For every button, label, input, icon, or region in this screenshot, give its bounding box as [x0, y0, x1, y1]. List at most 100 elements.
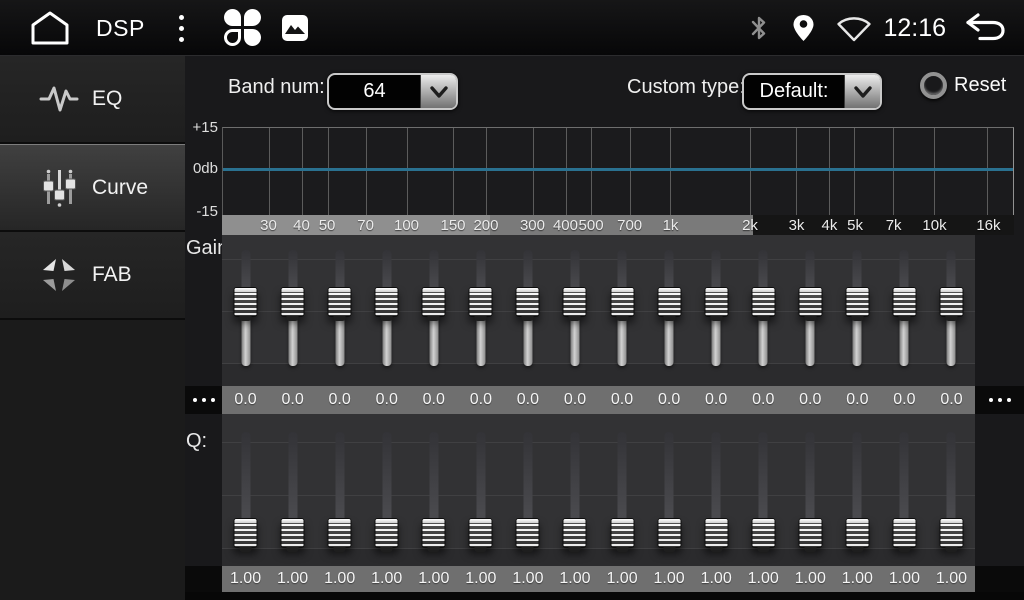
home-icon: [27, 9, 73, 47]
gain-slider-track[interactable]: [523, 250, 532, 366]
q-band-column: [693, 414, 740, 566]
gain-slider-knob[interactable]: [939, 287, 963, 317]
gain-slider-track[interactable]: [806, 250, 815, 366]
overflow-menu-button[interactable]: [173, 9, 190, 48]
gain-slider-knob[interactable]: [751, 287, 775, 317]
gain-value: 0.0: [928, 391, 975, 409]
grid-line: [829, 128, 830, 215]
gallery-icon[interactable]: [282, 15, 308, 41]
frequency-axis-scrollbar[interactable]: 304050701001502003004005007001k2k3k4k5k7…: [222, 215, 1014, 235]
q-slider-knob[interactable]: [939, 518, 963, 548]
apps-clover-icon[interactable]: [224, 9, 262, 47]
gain-slider-track[interactable]: [382, 250, 391, 366]
custom-type-dropdown-button[interactable]: [844, 75, 880, 108]
q-slider-track[interactable]: [759, 432, 768, 548]
q-slider-knob[interactable]: [281, 518, 305, 548]
q-value: 1.00: [269, 570, 316, 588]
q-slider-knob[interactable]: [469, 518, 493, 548]
gain-slider-knob[interactable]: [516, 287, 540, 317]
q-value: 1.00: [881, 570, 928, 588]
q-slider-track[interactable]: [241, 432, 250, 548]
q-slider-knob[interactable]: [751, 518, 775, 548]
eq-waveform-icon: [36, 81, 82, 117]
q-slider-track[interactable]: [335, 432, 344, 548]
q-slider-track[interactable]: [476, 432, 485, 548]
q-slider-track[interactable]: [288, 432, 297, 548]
q-slider-knob[interactable]: [704, 518, 728, 548]
custom-type-dropdown[interactable]: Default:: [742, 73, 882, 110]
gain-slider-knob[interactable]: [234, 287, 258, 317]
reset-button[interactable]: Reset: [920, 56, 1006, 115]
gain-slider-knob[interactable]: [469, 287, 493, 317]
gain-band-column: [457, 235, 504, 386]
freq-tick-label: 400: [553, 215, 578, 235]
gain-slider-knob[interactable]: [657, 287, 681, 317]
q-slider-track[interactable]: [382, 432, 391, 548]
q-slider-track[interactable]: [570, 432, 579, 548]
q-slider-track[interactable]: [712, 432, 721, 548]
gain-slider-knob[interactable]: [845, 287, 869, 317]
q-slider-knob[interactable]: [516, 518, 540, 548]
gain-slider-knob[interactable]: [563, 287, 587, 317]
q-slider-track[interactable]: [947, 432, 956, 548]
sidebar-item-label: Curve: [92, 176, 148, 200]
gain-slider-track[interactable]: [241, 250, 250, 366]
gain-slider-track[interactable]: [665, 250, 674, 366]
gain-slider-track[interactable]: [900, 250, 909, 366]
q-slider-knob[interactable]: [798, 518, 822, 548]
q-slider-track[interactable]: [618, 432, 627, 548]
gain-slider-track[interactable]: [947, 250, 956, 366]
gain-slider-track[interactable]: [288, 250, 297, 366]
grid-line: [328, 128, 329, 215]
gain-slider-track[interactable]: [853, 250, 862, 366]
freq-tick-label: 3k: [789, 215, 805, 235]
band-num-dropdown-button[interactable]: [420, 75, 456, 108]
eq-curve-line[interactable]: [223, 168, 1013, 171]
gain-slider-track[interactable]: [759, 250, 768, 366]
freq-tick-label: 40: [293, 215, 310, 235]
band-num-dropdown[interactable]: 64: [327, 73, 458, 110]
gain-slider-knob[interactable]: [375, 287, 399, 317]
q-slider-track[interactable]: [806, 432, 815, 548]
q-slider-knob[interactable]: [563, 518, 587, 548]
sidebar-item-eq[interactable]: EQ: [0, 56, 185, 144]
home-button[interactable]: [26, 8, 74, 48]
q-slider-knob[interactable]: [657, 518, 681, 548]
q-slider-knob[interactable]: [328, 518, 352, 548]
sidebar-item-curve[interactable]: Curve: [0, 144, 185, 232]
q-slider-track[interactable]: [900, 432, 909, 548]
reset-radio-icon[interactable]: [920, 72, 947, 99]
gain-slider-knob[interactable]: [892, 287, 916, 317]
q-slider-knob[interactable]: [892, 518, 916, 548]
curve-plot-area[interactable]: [222, 127, 1014, 215]
q-slider-knob[interactable]: [845, 518, 869, 548]
gain-slider-knob[interactable]: [610, 287, 634, 317]
gain-slider-knob[interactable]: [281, 287, 305, 317]
q-slider-knob[interactable]: [422, 518, 446, 548]
sidebar-item-fab[interactable]: FAB: [0, 232, 185, 320]
back-button[interactable]: [964, 11, 1006, 46]
q-slider-track[interactable]: [523, 432, 532, 548]
chevron-down-icon: [428, 83, 450, 101]
gain-more-right-button[interactable]: [975, 386, 1024, 414]
gain-slider-track[interactable]: [335, 250, 344, 366]
gain-slider-knob[interactable]: [704, 287, 728, 317]
grid-line: [893, 128, 894, 215]
q-band-column: [551, 414, 598, 566]
q-slider-track[interactable]: [665, 432, 674, 548]
gain-slider-track[interactable]: [476, 250, 485, 366]
gain-slider-track[interactable]: [570, 250, 579, 366]
gain-slider-track[interactable]: [429, 250, 438, 366]
gain-slider-knob[interactable]: [328, 287, 352, 317]
freq-tick-label: 50: [319, 215, 336, 235]
gain-slider-knob[interactable]: [422, 287, 446, 317]
gain-slider-track[interactable]: [618, 250, 627, 366]
q-slider-track[interactable]: [429, 432, 438, 548]
q-slider-knob[interactable]: [610, 518, 634, 548]
gain-slider-knob[interactable]: [798, 287, 822, 317]
gain-slider-track[interactable]: [712, 250, 721, 366]
q-slider-knob[interactable]: [375, 518, 399, 548]
q-slider-knob[interactable]: [234, 518, 258, 548]
q-slider-track[interactable]: [853, 432, 862, 548]
gain-more-left-button[interactable]: [185, 386, 222, 414]
